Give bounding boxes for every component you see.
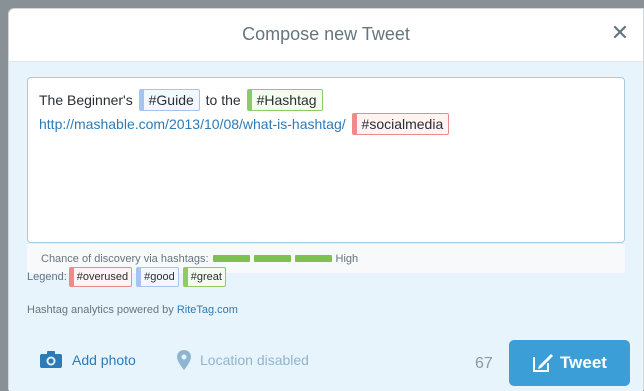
compose-tweet-dialog: Compose new Tweet ✕ The Beginner's #Guid… (8, 8, 644, 391)
add-photo-label: Add photo (72, 351, 136, 368)
compose-icon (532, 353, 560, 373)
legend-great: #great (182, 267, 226, 287)
dialog-body: The Beginner's #Guide to the #Hashtag ht… (9, 62, 643, 391)
camera-icon (39, 350, 63, 369)
dialog-title: Compose new Tweet (242, 24, 410, 44)
legend-label: Legend: (27, 271, 67, 283)
discovery-bar (294, 255, 332, 262)
dialog-header: Compose new Tweet ✕ (9, 9, 643, 62)
discovery-label: Chance of discovery via hashtags: (41, 252, 209, 265)
compose-footer: Add photo Location disabled 67 Tweet (9, 332, 643, 390)
tweet-text: The Beginner's #Guide to the #Hashtag ht… (39, 88, 609, 136)
powered-prefix: Hashtag analytics powered by (27, 304, 177, 316)
hashtag-socialmedia: #socialmedia (351, 113, 450, 135)
hashtag-guide: #Guide (138, 89, 200, 111)
character-count: 67 (475, 355, 493, 372)
text-segment: to the (201, 92, 245, 108)
tweet-button-label: Tweet (560, 353, 607, 372)
hashtag-hashtag: #Hashtag (246, 89, 323, 111)
add-photo-button[interactable]: Add photo (39, 350, 136, 369)
legend-good: #good (136, 267, 179, 287)
location-button[interactable]: Location disabled (177, 350, 309, 370)
tweet-button[interactable]: Tweet (509, 340, 630, 386)
location-pin-icon (177, 350, 191, 370)
legend-overused: #overused (68, 267, 133, 287)
location-label: Location disabled (200, 352, 309, 368)
text-segment: The Beginner's (39, 92, 137, 108)
discovery-bar (253, 255, 291, 262)
tweet-link[interactable]: http://mashable.com/2013/10/08/what-is-h… (39, 116, 346, 132)
legend: Legend: #overused #good #great (27, 267, 228, 287)
tweet-textarea[interactable]: The Beginner's #Guide to the #Hashtag ht… (27, 77, 625, 243)
discovery-level: High (335, 252, 359, 265)
ritetag-link[interactable]: RiteTag.com (177, 304, 238, 316)
discovery-bar (212, 255, 250, 262)
powered-by: Hashtag analytics powered by RiteTag.com (27, 304, 238, 316)
close-icon[interactable]: ✕ (609, 22, 631, 44)
